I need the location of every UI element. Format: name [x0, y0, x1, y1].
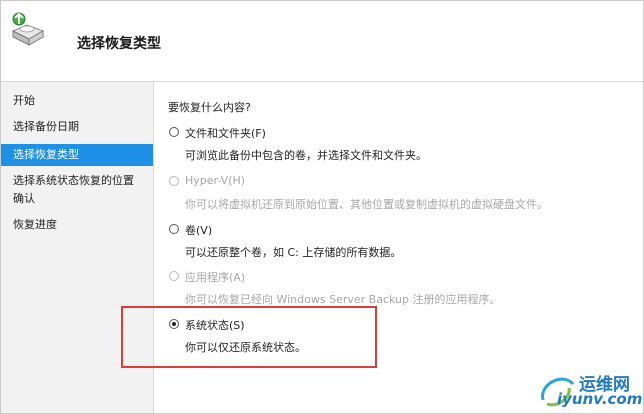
sidebar-item-confirm[interactable]: 确认: [1, 188, 153, 210]
recovery-question: 要恢复什么内容?: [168, 101, 251, 114]
option-description: 可浏览此备份中包含的卷，并选择文件和文件夹。: [185, 149, 427, 162]
option-label: 应用程序(A): [185, 271, 246, 284]
option-description: 你可以将虚拟机还原到原始位置、其他位置或复制虚拟机的虚拟硬盘文件。: [185, 198, 548, 211]
radio-button[interactable]: [169, 224, 179, 234]
highlight-annotation-box: [121, 306, 377, 368]
radio-button[interactable]: [169, 127, 179, 137]
option-label: 文件和文件夹(F): [185, 127, 266, 140]
option-label: 卷(V): [185, 224, 213, 237]
sidebar-item-select-backup-date[interactable]: 选择备份日期: [1, 116, 153, 138]
wizard-header: 选择恢复类型: [1, 1, 643, 82]
backup-restore-icon: [11, 12, 45, 46]
option-description: 可以还原整个卷，如 C: 上存储的所有数据。: [185, 246, 402, 259]
page-title: 选择恢复类型: [77, 36, 161, 52]
radio-button: [169, 176, 179, 186]
sidebar-item-start[interactable]: 开始: [1, 90, 153, 112]
watermark-text-en: iyunv.com: [557, 390, 643, 408]
option-description: 你可以恢复已经向 Windows Server Backup 注册的应用程序。: [185, 293, 501, 306]
option-label: Hyper-V(H): [185, 174, 246, 187]
watermark-logo: 运维网 iyunv.com: [523, 366, 643, 412]
wizard-window: 选择恢复类型 开始 选择备份日期 选择恢复类型 选择系统状态恢复的位置 确认 恢…: [0, 0, 644, 414]
sidebar-item-recovery-progress[interactable]: 恢复进度: [1, 214, 153, 236]
radio-button: [169, 271, 179, 281]
sidebar-item-select-recovery-type[interactable]: 选择恢复类型: [1, 144, 153, 166]
